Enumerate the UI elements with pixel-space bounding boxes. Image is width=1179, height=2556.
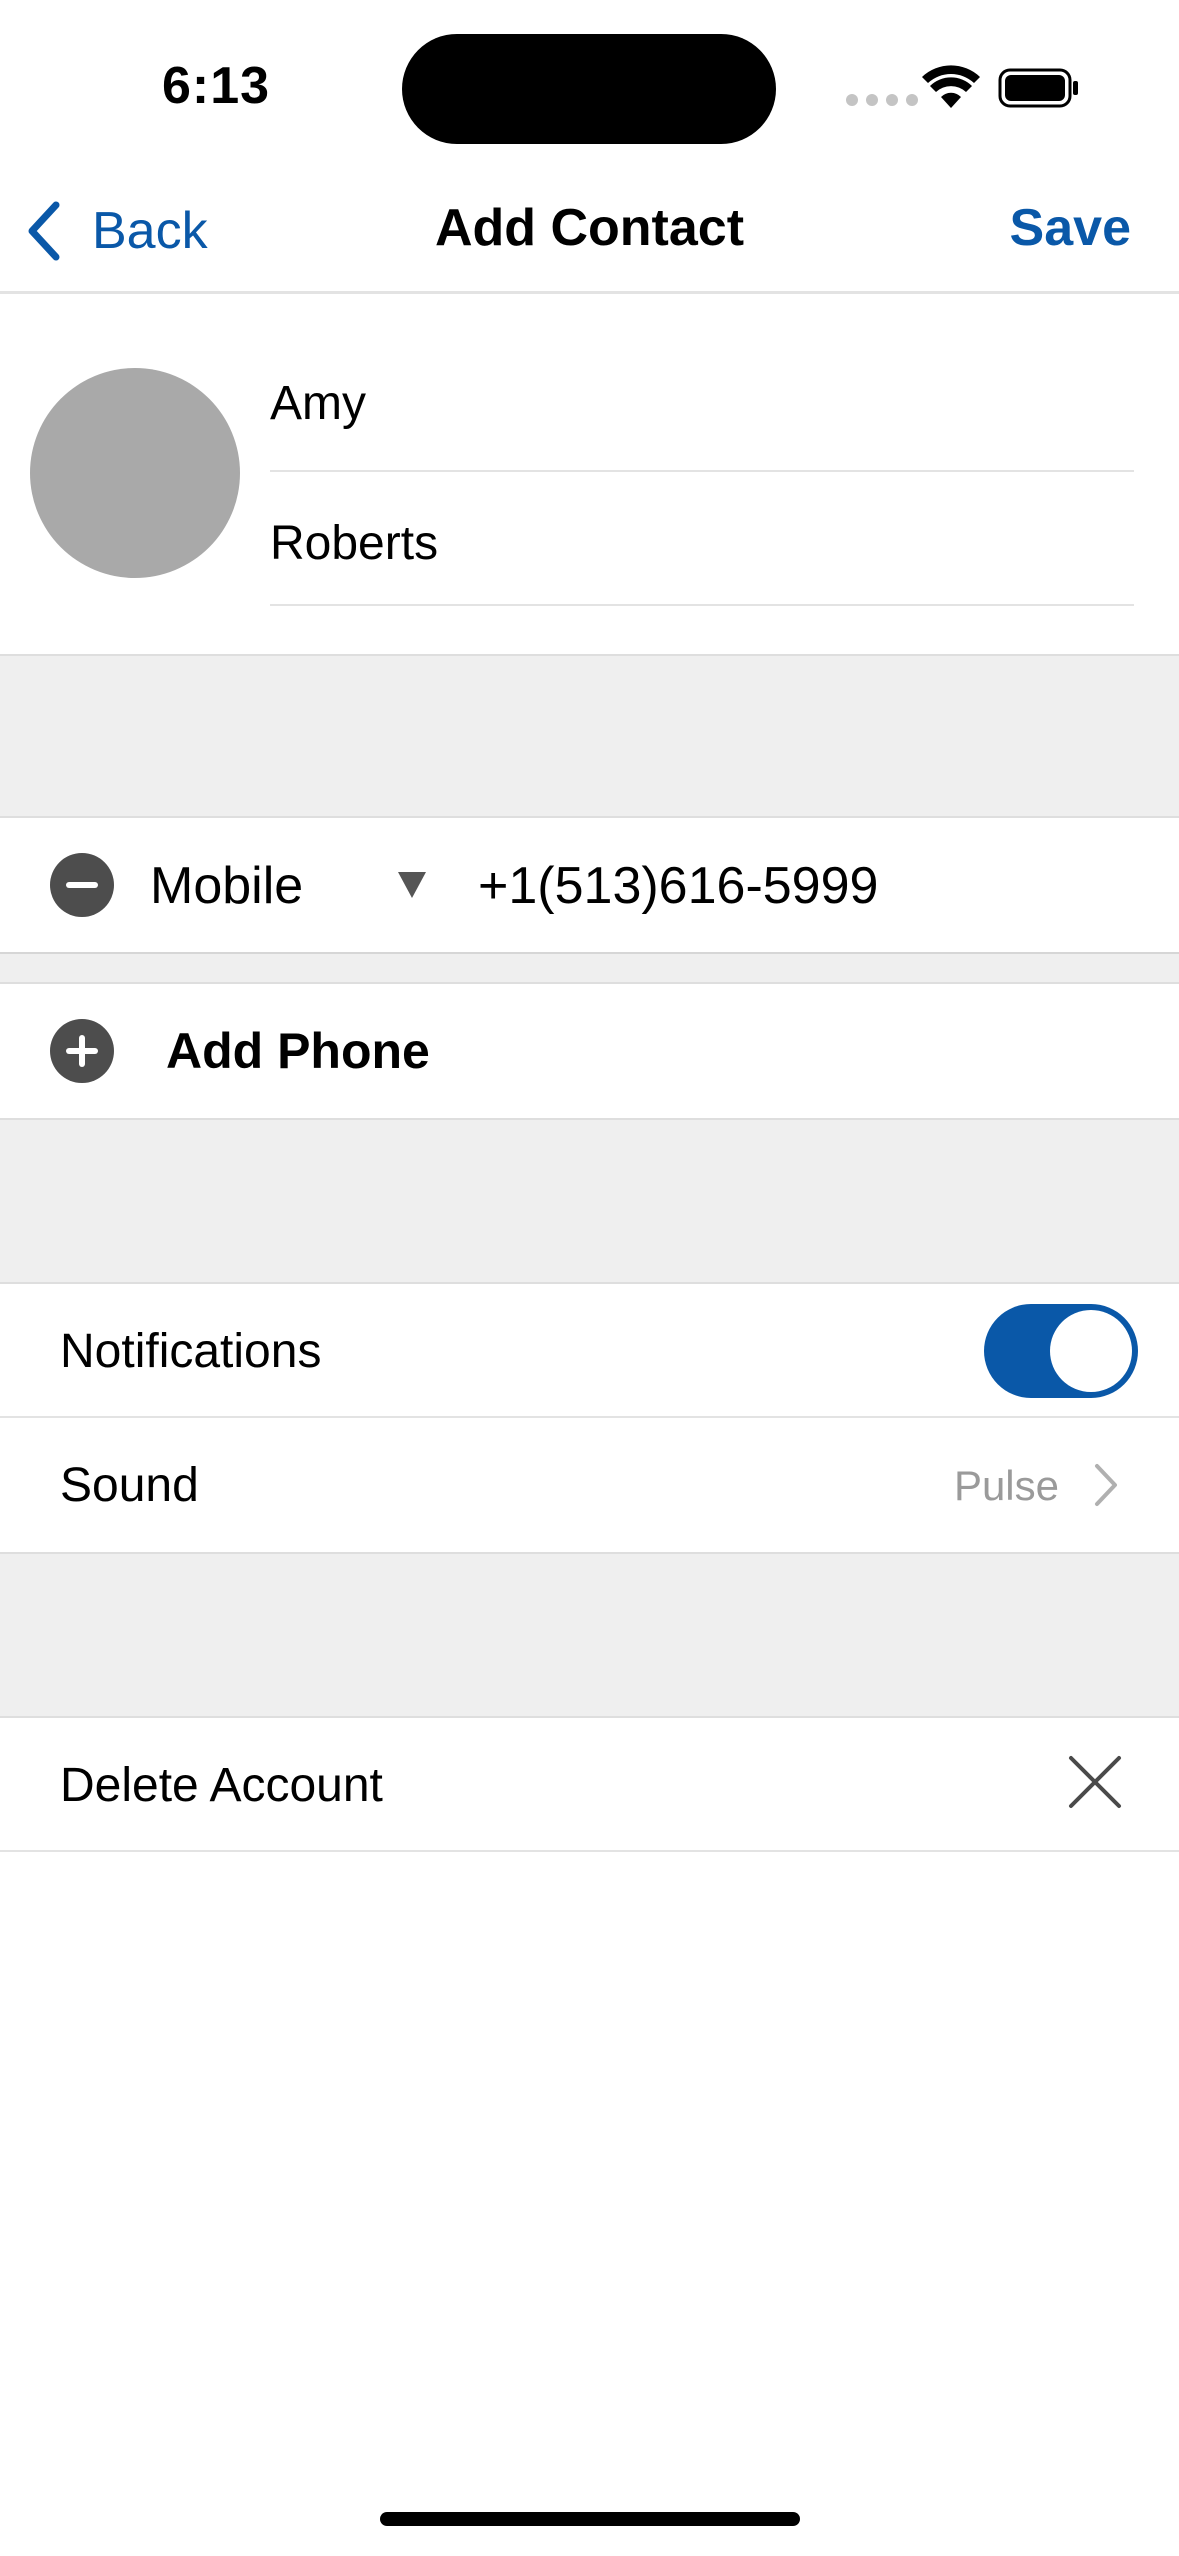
- section-spacer: [0, 1118, 1179, 1284]
- phone-type-selector[interactable]: Mobile: [150, 856, 303, 916]
- toggle-knob: [1050, 1310, 1132, 1392]
- cellular-signal-icon: [846, 94, 918, 106]
- dynamic-island: [402, 34, 776, 144]
- navigation-bar: Back Add Contact Save: [0, 170, 1179, 294]
- wifi-icon: [922, 65, 980, 108]
- sound-value: Pulse: [953, 1462, 1059, 1509]
- name-section: Amy Roberts: [0, 294, 1179, 654]
- sound-label: Sound: [60, 1459, 199, 1512]
- minus-circle-icon[interactable]: [50, 853, 114, 917]
- page-title: Add Contact: [434, 199, 745, 257]
- add-phone-button[interactable]: Add Phone: [0, 984, 1179, 1118]
- status-bar: 6:13: [0, 0, 1179, 170]
- section-spacer: [0, 654, 1179, 818]
- close-icon[interactable]: [1065, 1752, 1125, 1812]
- notifications-label: Notifications: [60, 1325, 322, 1378]
- home-indicator[interactable]: [380, 2512, 800, 2526]
- delete-account-row[interactable]: Delete Account: [0, 1718, 1179, 1852]
- save-button[interactable]: Save: [1010, 198, 1131, 258]
- section-spacer: [0, 952, 1179, 984]
- section-spacer: [0, 1552, 1179, 1718]
- phone-row: Mobile +1(513)616-5999: [0, 818, 1179, 952]
- add-phone-label: Add Phone: [166, 1023, 430, 1079]
- plus-circle-icon: [50, 1019, 114, 1083]
- delete-account-label: Delete Account: [60, 1759, 383, 1812]
- status-time: 6:13: [162, 57, 271, 115]
- chevron-right-icon: [1095, 1464, 1117, 1506]
- first-name-field[interactable]: Amy: [270, 294, 1134, 472]
- avatar[interactable]: [30, 368, 240, 578]
- battery-icon: [998, 68, 1078, 108]
- last-name-field[interactable]: Roberts: [270, 472, 1134, 606]
- notifications-row: Notifications: [0, 1284, 1179, 1418]
- notifications-toggle[interactable]: [984, 1304, 1138, 1398]
- triangle-down-icon[interactable]: [396, 870, 428, 900]
- sound-row[interactable]: Sound Pulse: [0, 1418, 1179, 1552]
- phone-number-field[interactable]: +1(513)616-5999: [478, 856, 878, 916]
